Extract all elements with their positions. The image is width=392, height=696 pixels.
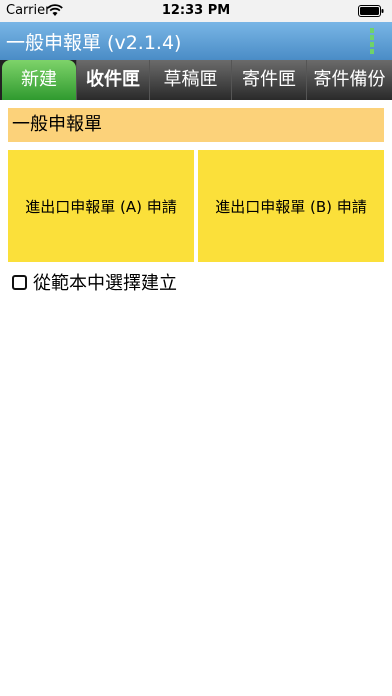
tab-inbox[interactable]: 收件匣 xyxy=(76,60,149,100)
template-option[interactable]: 從範本中選擇建立 xyxy=(12,270,177,294)
status-bar: Carrier 12:33 PM xyxy=(0,0,392,22)
tab-outbox[interactable]: 寄件匣 xyxy=(231,60,306,100)
tab-bar: 新建 收件匣 草稿匣 寄件匣 寄件備份 xyxy=(0,60,392,100)
template-checkbox[interactable] xyxy=(12,274,27,290)
menu-icon[interactable] xyxy=(366,27,378,55)
template-option-label: 從範本中選擇建立 xyxy=(33,273,177,294)
app-title: 一般申報單 (v2.1.4) xyxy=(6,32,182,54)
battery-icon xyxy=(358,5,384,17)
declaration-a-button[interactable]: 進出口申報單 (A) 申請 xyxy=(8,150,194,262)
section-header: 一般申報單 xyxy=(8,108,384,142)
title-bar: 一般申報單 (v2.1.4) xyxy=(0,22,392,61)
tab-sent-backup[interactable]: 寄件備份 xyxy=(306,60,392,100)
declaration-b-button[interactable]: 進出口申報單 (B) 申請 xyxy=(198,150,384,262)
tab-drafts[interactable]: 草稿匣 xyxy=(149,60,231,100)
clock: 12:33 PM xyxy=(161,3,231,18)
tab-new[interactable]: 新建 xyxy=(2,60,76,100)
